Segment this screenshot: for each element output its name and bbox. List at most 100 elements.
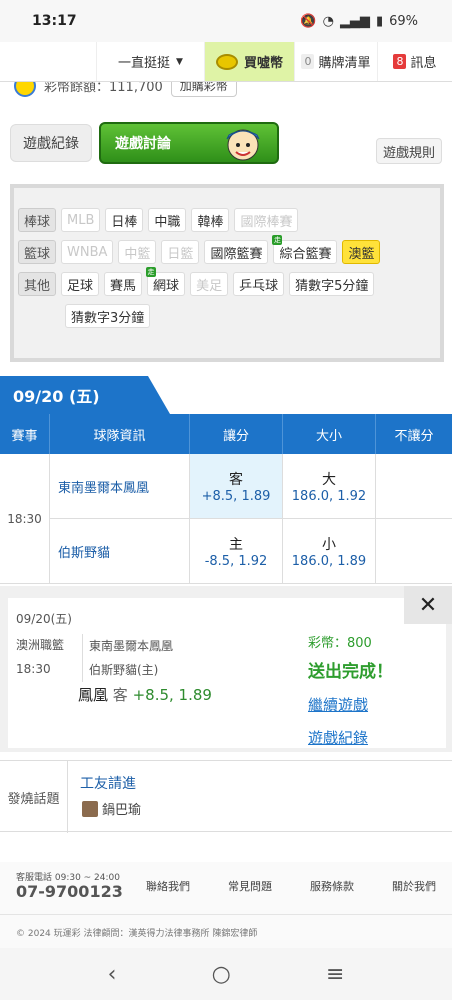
game-time: 18:30 bbox=[0, 454, 50, 584]
league-chip[interactable]: 日籃 bbox=[161, 240, 200, 264]
league-chip[interactable]: 猜數字5分鐘 bbox=[289, 272, 375, 296]
odds-table-header: 賽事 球隊資訊 讓分 大小 不讓分 bbox=[0, 414, 452, 454]
cart-count: 0 bbox=[301, 54, 315, 69]
league-chip[interactable]: 中職 bbox=[148, 208, 187, 232]
table-row: 伯斯野貓 主 -8.5, 1.92 小 186.0, 1.89 bbox=[50, 519, 452, 584]
user-dropdown-label: 一直挺挺 bbox=[118, 56, 171, 71]
footer-link-terms[interactable]: 服務條款 bbox=[310, 878, 392, 894]
game-history-link[interactable]: 遊戲紀錄 bbox=[308, 727, 393, 748]
league-chip[interactable]: 美足 bbox=[190, 272, 229, 296]
popup-done-message: 送出完成！ bbox=[308, 662, 393, 682]
league-chip[interactable]: 國際籃賽 bbox=[204, 240, 269, 264]
messages-button[interactable]: 8 訊息 bbox=[378, 42, 452, 81]
header-moneyline: 不讓分 bbox=[394, 428, 434, 444]
table-row: 東南墨爾本鳳凰 客 +8.5, 1.89 大 186.0, 1.92 bbox=[50, 454, 452, 519]
pick-team: 鳳凰 bbox=[78, 686, 109, 704]
footer-link-contact[interactable]: 聯絡我們 bbox=[146, 878, 228, 894]
league-chip[interactable]: 乒乓球 bbox=[233, 272, 285, 296]
popup-league: 澳洲職籃 bbox=[16, 638, 65, 652]
popup-pick: 鳳凰 客 +8.5, 1.89 bbox=[78, 684, 212, 705]
bet-confirmation-popup: 09/20(五) 澳洲職籃 18:30 東南墨爾本鳳凰 伯斯野貓(主) 鳳凰 客… bbox=[0, 586, 452, 752]
header-team: 球隊資訊 bbox=[50, 414, 190, 454]
league-chip[interactable]: 賽馬 bbox=[104, 272, 143, 296]
mute-icon: 🔕 bbox=[300, 13, 317, 29]
buy-button[interactable]: 買噓幣 bbox=[205, 42, 295, 81]
league-chip[interactable]: MLB bbox=[61, 208, 101, 232]
team-name: 伯斯野貓 bbox=[50, 519, 190, 584]
category-other: 其他 bbox=[18, 272, 57, 296]
system-icons: 🔕 ◔ ▂▄▆ ▮ 69% bbox=[300, 14, 418, 29]
recent-apps-icon[interactable]: ≡ bbox=[326, 962, 344, 987]
top-nav: 一直挺挺 ▼ 買噓幣 0 購牌清單 8 訊息 bbox=[0, 42, 452, 82]
home-icon[interactable]: ○ bbox=[212, 962, 231, 987]
hot-topic-link[interactable]: 工友請進 bbox=[80, 773, 136, 793]
status-bar: 13:17 🔕 ◔ ▂▄▆ ▮ 69% bbox=[0, 0, 452, 42]
league-chip[interactable]: 走 綜合籃賽 bbox=[272, 235, 338, 264]
league-chip[interactable]: 足球 bbox=[61, 272, 100, 296]
popup-content: 09/20(五) 澳洲職籃 18:30 東南墨爾本鳳凰 伯斯野貓(主) 鳳凰 客… bbox=[8, 598, 446, 748]
header-event: 賽事 bbox=[0, 414, 50, 454]
spread-odds-cell[interactable]: 主 -8.5, 1.92 bbox=[190, 519, 283, 584]
game-tabs: 遊戲紀錄 遊戲討論 遊戲規則 bbox=[10, 122, 442, 168]
back-icon[interactable]: ‹ bbox=[108, 962, 117, 987]
user-dropdown[interactable]: 一直挺挺 ▼ bbox=[97, 42, 205, 81]
league-chip[interactable]: 走 網球 bbox=[146, 267, 186, 296]
close-icon[interactable]: ✕ bbox=[404, 586, 452, 624]
continue-game-link[interactable]: 繼續遊戲 bbox=[308, 694, 393, 715]
league-chip-selected[interactable]: 澳籃 bbox=[342, 240, 381, 264]
android-nav-bar: ‹ ○ ≡ bbox=[0, 948, 452, 1000]
league-chip[interactable]: 國際棒賽 bbox=[234, 208, 299, 232]
spread-odds-cell[interactable]: 客 +8.5, 1.89 bbox=[190, 454, 283, 518]
basketball-row: 籃球 WNBA 中籃 日籃 國際籃賽 走 綜合籃賽 澳籃 bbox=[18, 235, 440, 264]
battery-icon: ▮ bbox=[375, 13, 384, 29]
hot-topic-author[interactable]: 鍋巴瑜 bbox=[82, 799, 141, 818]
league-chip[interactable]: 日棒 bbox=[105, 208, 144, 232]
total-odds-cell[interactable]: 小 186.0, 1.89 bbox=[283, 519, 376, 584]
pick-value: +8.5, 1.89 bbox=[132, 686, 212, 704]
footer-link-about[interactable]: 關於我們 bbox=[392, 878, 452, 894]
popup-result: 彩幣：800 送出完成！ 繼續遊戲 遊戲紀錄 bbox=[308, 632, 393, 748]
sport-filter-panel: 棒球 MLB 日棒 中職 韓棒 國際棒賽 籃球 WNBA 中籃 日籃 國際籃賽 … bbox=[10, 184, 444, 362]
league-chip[interactable]: 中籃 bbox=[118, 240, 157, 264]
live-badge: 走 bbox=[146, 267, 157, 277]
league-chip-label: 綜合籃賽 bbox=[279, 246, 332, 262]
buy-label: 買噓幣 bbox=[243, 56, 283, 71]
category-baseball: 棒球 bbox=[18, 208, 57, 232]
mascot-icon bbox=[226, 129, 260, 161]
league-chip[interactable]: WNBA bbox=[61, 240, 114, 264]
hot-topic-label: 發燒話題 bbox=[0, 761, 68, 833]
service-phone[interactable]: 07-9700123 bbox=[16, 882, 123, 901]
game-history-button[interactable]: 遊戲紀錄 bbox=[10, 124, 92, 162]
game-discussion-button[interactable]: 遊戲討論 bbox=[99, 122, 279, 164]
caret-down-icon: ▼ bbox=[176, 56, 183, 67]
clock: 13:17 bbox=[32, 13, 77, 29]
footer-link-faq[interactable]: 常見問題 bbox=[228, 878, 310, 894]
coin-icon bbox=[215, 53, 238, 70]
popup-team-home: 伯斯野貓(主) bbox=[89, 663, 159, 677]
message-count: 8 bbox=[393, 54, 407, 69]
hot-topic: 發燒話題 工友請進 鍋巴瑜 bbox=[0, 760, 452, 833]
category-basketball: 籃球 bbox=[18, 240, 57, 264]
other-row: 其他 足球 賽馬 走 網球 美足 乒乓球 猜數字5分鐘 bbox=[18, 267, 440, 296]
header-total: 大小 bbox=[283, 414, 376, 454]
moneyline-cell bbox=[376, 519, 452, 584]
date-tab: 09/20 (五) bbox=[0, 376, 170, 414]
author-name: 鍋巴瑜 bbox=[102, 803, 142, 818]
pick-side: 客 bbox=[112, 686, 128, 704]
cart-label: 購牌清單 bbox=[318, 56, 371, 71]
total-odds-cell[interactable]: 大 186.0, 1.92 bbox=[283, 454, 376, 518]
live-badge: 走 bbox=[272, 235, 283, 245]
odds-table-body: 18:30 東南墨爾本鳳凰 客 +8.5, 1.89 大 186.0, 1.92… bbox=[0, 454, 452, 584]
popup-coins: 彩幣：800 bbox=[308, 636, 372, 651]
league-chip[interactable]: 韓棒 bbox=[191, 208, 230, 232]
game-discussion-label: 遊戲討論 bbox=[115, 136, 171, 152]
cart-button[interactable]: 0 購牌清單 bbox=[295, 42, 378, 81]
game-rules-button[interactable]: 遊戲規則 bbox=[376, 138, 442, 164]
date-header: 09/20 (五) bbox=[0, 376, 452, 414]
copyright: © 2024 玩運彩 法律顧問：漢英得力法律事務所 陳錦宏律師 bbox=[16, 929, 258, 939]
popup-teams: 東南墨爾本鳳凰 伯斯野貓(主) bbox=[82, 634, 173, 682]
battery-level: 69% bbox=[389, 13, 418, 29]
footer: 客服電話 09:30 ~ 24:00 07-9700123 聯絡我們 常見問題 … bbox=[0, 862, 452, 950]
popup-team-away: 東南墨爾本鳳凰 bbox=[89, 639, 174, 653]
league-chip[interactable]: 猜數字3分鐘 bbox=[65, 304, 151, 328]
